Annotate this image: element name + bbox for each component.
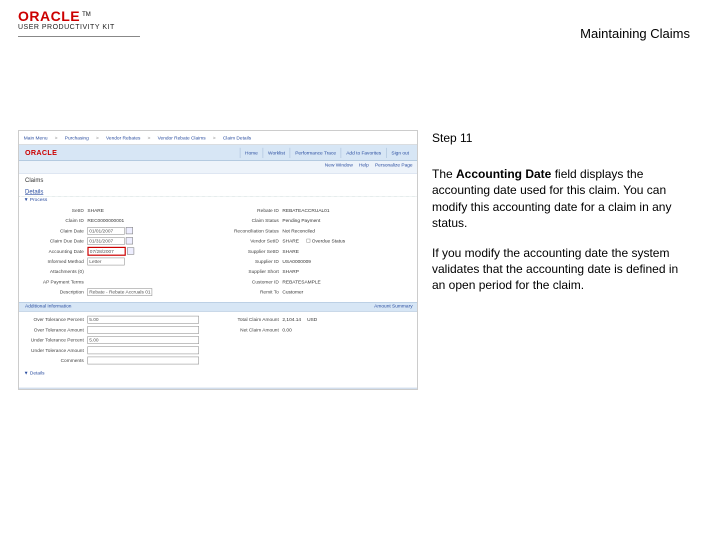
prev-button[interactable]: Previous in List bbox=[280, 389, 321, 390]
form-main: SetIDSHAREClaim IDREC0000000001Claim Dat… bbox=[19, 202, 418, 302]
field-label: Over Tolerance Percent bbox=[24, 317, 88, 322]
text-input[interactable] bbox=[87, 356, 199, 364]
link-personalize[interactable]: Personalize Page bbox=[375, 162, 413, 167]
link-help[interactable]: Help bbox=[359, 162, 369, 167]
field-value: 2,104.14 bbox=[282, 317, 301, 322]
field-label: Total Claim Amount bbox=[219, 317, 283, 322]
notify-button[interactable]: Notify bbox=[363, 389, 384, 390]
instruction-para-1: The Accounting Date field displays the a… bbox=[432, 166, 682, 231]
field-label: Attachments (0) bbox=[24, 269, 88, 274]
field-label: Reconciliation Status bbox=[219, 228, 283, 233]
link-add-fav[interactable]: Add to Favorites bbox=[341, 148, 386, 158]
field-label: Accounting Date bbox=[24, 248, 88, 253]
field-value: REC0000000001 bbox=[87, 218, 124, 223]
link-new-window[interactable]: New Window bbox=[325, 162, 353, 167]
crumb[interactable]: Purchasing bbox=[65, 135, 89, 140]
field-value: REBATESAMPLE bbox=[282, 279, 320, 284]
section-bar: Additional Information Amount Summary bbox=[19, 302, 418, 312]
field-label: Description bbox=[24, 289, 88, 294]
field-label: Informed Method bbox=[24, 259, 88, 264]
text-input[interactable] bbox=[87, 346, 199, 354]
text-input[interactable]: 01/31/2007 bbox=[87, 237, 124, 245]
instruction-para-2: If you modify the accounting date the sy… bbox=[432, 245, 682, 294]
form-secondary: Over Tolerance Percent5.00Over Tolerance… bbox=[19, 312, 418, 371]
field-label: Supplier Short bbox=[219, 269, 283, 274]
field-label: Under Tolerance Percent bbox=[24, 337, 88, 342]
calendar-icon[interactable] bbox=[126, 227, 133, 234]
field-value: Not Reconciled bbox=[282, 228, 315, 233]
field-value: Customer bbox=[282, 289, 303, 294]
crumb[interactable]: Claim Details bbox=[223, 135, 251, 140]
link-signout[interactable]: Sign out bbox=[386, 148, 414, 158]
app-screenshot: Main Menu> Purchasing> Vendor Rebates> V… bbox=[18, 130, 418, 390]
form-col-right: Rebate IDREBATEACCRUAL01 Claim StatusPend… bbox=[219, 205, 414, 297]
field-value: 0.00 bbox=[282, 327, 291, 332]
save-button[interactable]: Save bbox=[24, 389, 43, 390]
text-input[interactable]: Rebate - Rebate Accruals 01 bbox=[87, 288, 152, 296]
brand-block: ORACLE TM bbox=[18, 8, 91, 24]
link-perf-trace[interactable]: Performance Trace bbox=[290, 148, 341, 158]
instruction-panel: Step 11 The Accounting Date field displa… bbox=[432, 130, 682, 308]
step-label: Step 11 bbox=[432, 130, 682, 146]
refresh-button[interactable]: Refresh bbox=[389, 389, 414, 390]
calendar-icon[interactable] bbox=[127, 247, 134, 254]
field-label: Supplier ID bbox=[219, 259, 283, 264]
form-col-left: SetIDSHARE Claim IDREC0000000001 Claim Dat… bbox=[24, 205, 219, 297]
field-label: Rebate ID bbox=[219, 208, 283, 213]
field-label: Supplier SetID bbox=[219, 248, 283, 253]
tm-mark: TM bbox=[82, 12, 91, 18]
field-label: Net Claim Amount bbox=[219, 327, 283, 332]
page-title: Maintaining Claims bbox=[580, 26, 690, 41]
field-value: SHARE bbox=[282, 248, 299, 253]
section-addl-info[interactable]: Additional Information bbox=[19, 303, 77, 311]
field-label: Claim Date bbox=[24, 228, 88, 233]
text-input[interactable]: Letter bbox=[87, 257, 124, 265]
form-subtitle: Details bbox=[19, 187, 418, 197]
field-value: SHARE bbox=[87, 208, 104, 213]
calendar-icon[interactable] bbox=[126, 237, 133, 244]
field-label: AP Payment Terms bbox=[24, 279, 88, 284]
field-label: SetID bbox=[24, 208, 88, 213]
product-name: USER PRODUCTIVITY KIT bbox=[18, 24, 115, 31]
field-label: Claim Due Date bbox=[24, 238, 88, 243]
crumb[interactable]: Vendor Rebates bbox=[106, 135, 140, 140]
field-value: SHARE bbox=[282, 238, 299, 243]
breadcrumb-bar: Main Menu> Purchasing> Vendor Rebates> V… bbox=[19, 131, 418, 145]
field-value: REBATEACCRUAL01 bbox=[282, 208, 329, 213]
top-links: Home Worklist Performance Trace Add to F… bbox=[240, 148, 414, 158]
link-worklist[interactable]: Worklist bbox=[263, 148, 290, 158]
header-divider bbox=[18, 36, 140, 37]
text-input[interactable]: 5.00 bbox=[87, 316, 199, 324]
footer-bar: Save Previous in List Next in List Notif… bbox=[19, 388, 418, 390]
text-input[interactable]: 5.00 bbox=[87, 336, 199, 344]
field-label: Claim Status bbox=[219, 218, 283, 223]
form-title: Claims bbox=[19, 174, 418, 188]
field-value: Pending Payment bbox=[282, 218, 320, 223]
next-button[interactable]: Next in List bbox=[326, 389, 358, 390]
page: ORACLE TM USER PRODUCTIVITY KIT Maintain… bbox=[0, 0, 720, 540]
crumb[interactable]: Main Menu bbox=[24, 135, 48, 140]
field-label: Customer ID bbox=[219, 279, 283, 284]
field-label: Under Tolerance Amount bbox=[24, 347, 88, 352]
field-value: USA0000009 bbox=[282, 259, 311, 264]
crumb[interactable]: Vendor Rebate Claims bbox=[158, 135, 206, 140]
accounting-date-field[interactable]: 07/28/2007 bbox=[87, 247, 125, 256]
field-value: SHARP bbox=[282, 269, 299, 274]
field-label: Vendor SetID bbox=[219, 238, 283, 243]
field-label: Remit To bbox=[219, 289, 283, 294]
app-header: ORACLE Home Worklist Performance Trace A… bbox=[19, 145, 418, 161]
sub-links: New Window Help Personalize Page bbox=[19, 161, 418, 174]
oracle-logo-text: ORACLE bbox=[25, 148, 57, 156]
field-label: Over Tolerance Amount bbox=[24, 327, 88, 332]
link-home[interactable]: Home bbox=[240, 148, 263, 158]
field-label: Comments bbox=[24, 358, 88, 363]
section-amount-summary[interactable]: Amount Summary bbox=[368, 303, 418, 311]
oracle-logo-text: ORACLE bbox=[18, 8, 80, 24]
text-input[interactable]: 01/01/2007 bbox=[87, 227, 124, 235]
field-label: Claim ID bbox=[24, 218, 88, 223]
overdue-checkbox[interactable]: ☐ Overdue Status bbox=[306, 238, 345, 243]
text-input[interactable] bbox=[87, 326, 199, 334]
